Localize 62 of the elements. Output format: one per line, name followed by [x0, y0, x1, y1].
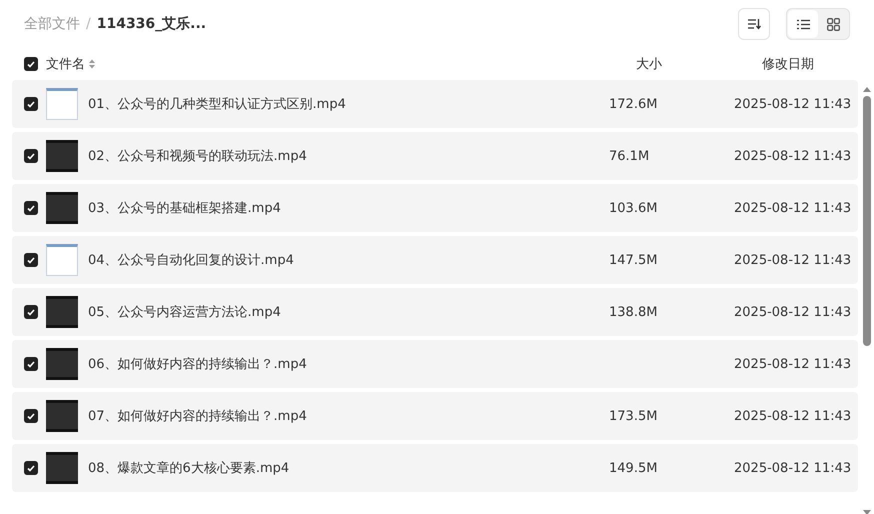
sort-button[interactable] — [738, 8, 770, 40]
check-icon — [27, 360, 35, 368]
modified-date: 2025-08-12 11:43 — [734, 200, 852, 216]
file-name: 05、公众号内容运营方法论.mp4 — [88, 304, 282, 321]
select-all-checkbox[interactable] — [24, 57, 38, 71]
modified-date: 2025-08-12 11:43 — [734, 252, 852, 268]
modified-date: 2025-08-12 11:43 — [734, 96, 852, 112]
column-header: 大小 — [636, 56, 663, 73]
check-icon — [27, 412, 35, 420]
sort-arrows-icon[interactable] — [89, 59, 95, 69]
file-name: 07、如何做好内容的持续输出？.mp4 — [88, 408, 308, 425]
row-checkbox[interactable] — [24, 201, 38, 215]
file-size: 172.6M — [609, 96, 658, 112]
file-row[interactable]: 05、公众号内容运营方法论.mp4 138.8M 2025-08-12 11:43 — [12, 288, 858, 336]
column-header[interactable]: 文件名 — [46, 55, 85, 73]
file-size: 103.6M — [609, 200, 658, 216]
file-name: 08、爆款文章的6大核心要素.mp4 — [88, 460, 290, 477]
row-checkbox[interactable] — [24, 357, 38, 371]
file-row[interactable]: 08、爆款文章的6大核心要素.mp4 149.5M 2025-08-12 11:43 — [12, 444, 858, 492]
modified-date: 2025-08-12 11:43 — [734, 460, 852, 476]
scrollbar-thumb[interactable] — [863, 96, 871, 346]
check-icon — [27, 60, 35, 68]
file-row[interactable]: 02、公众号和视频号的联动玩法.mp4 76.1M 2025-08-12 11:43 — [12, 132, 858, 180]
row-checkbox[interactable] — [24, 305, 38, 319]
file-size: 76.1M — [609, 148, 650, 164]
list-view-button[interactable] — [788, 10, 818, 38]
row-checkbox[interactable] — [24, 253, 38, 267]
grid-icon — [826, 18, 840, 30]
row-checkbox[interactable] — [24, 461, 38, 475]
file-row[interactable]: 03、公众号的基础框架搭建.mp4 103.6M 2025-08-12 11:43 — [12, 184, 858, 232]
file-row[interactable]: 04、公众号自动化回复的设计.mp4 147.5M 2025-08-12 11:43 — [12, 236, 858, 284]
file-name: 03、公众号的基础框架搭建.mp4 — [88, 200, 282, 217]
modified-date: 2025-08-12 11:43 — [734, 356, 852, 372]
file-name: 01、公众号的几种类型和认证方式区别.mp4 — [88, 96, 347, 113]
file-name: 04、公众号自动化回复的设计.mp4 — [88, 252, 295, 269]
row-checkbox[interactable] — [24, 149, 38, 163]
modified-date: 2025-08-12 11:43 — [734, 304, 852, 320]
list-icon — [796, 18, 810, 30]
row-checkbox[interactable] — [24, 409, 38, 423]
check-icon — [27, 100, 35, 108]
file-size: 173.5M — [609, 408, 658, 424]
check-icon — [27, 204, 35, 212]
check-icon — [27, 464, 35, 472]
file-row[interactable]: 01、公众号的几种类型和认证方式区别.mp4 172.6M 2025-08-12 11:43 — [12, 80, 858, 128]
row-checkbox[interactable] — [24, 97, 38, 111]
file-size: 147.5M — [609, 252, 658, 268]
column-header: 修改日期 — [762, 56, 815, 73]
modified-date: 2025-08-12 11:43 — [734, 408, 852, 424]
scroll-up-icon[interactable] — [863, 86, 871, 92]
file-size: 138.8M — [609, 304, 658, 320]
sort-icon — [747, 18, 761, 30]
file-size: 149.5M — [609, 460, 658, 476]
modified-date: 2025-08-12 11:43 — [734, 148, 852, 164]
file-name: 06、如何做好内容的持续输出？.mp4 — [88, 356, 308, 373]
check-icon — [27, 308, 35, 316]
file-row[interactable]: 07、如何做好内容的持续输出？.mp4 173.5M 2025-08-12 11:43 — [12, 392, 858, 440]
breadcrumb-separator: / — [86, 16, 91, 32]
file-row[interactable]: 06、如何做好内容的持续输出？.mp4 2025-08-12 11:43 — [12, 340, 858, 388]
check-icon — [27, 152, 35, 160]
file-name: 02、公众号和视频号的联动玩法.mp4 — [88, 148, 308, 165]
breadcrumb-current: 114336_艾乐... — [96, 15, 206, 33]
check-icon — [27, 256, 35, 264]
